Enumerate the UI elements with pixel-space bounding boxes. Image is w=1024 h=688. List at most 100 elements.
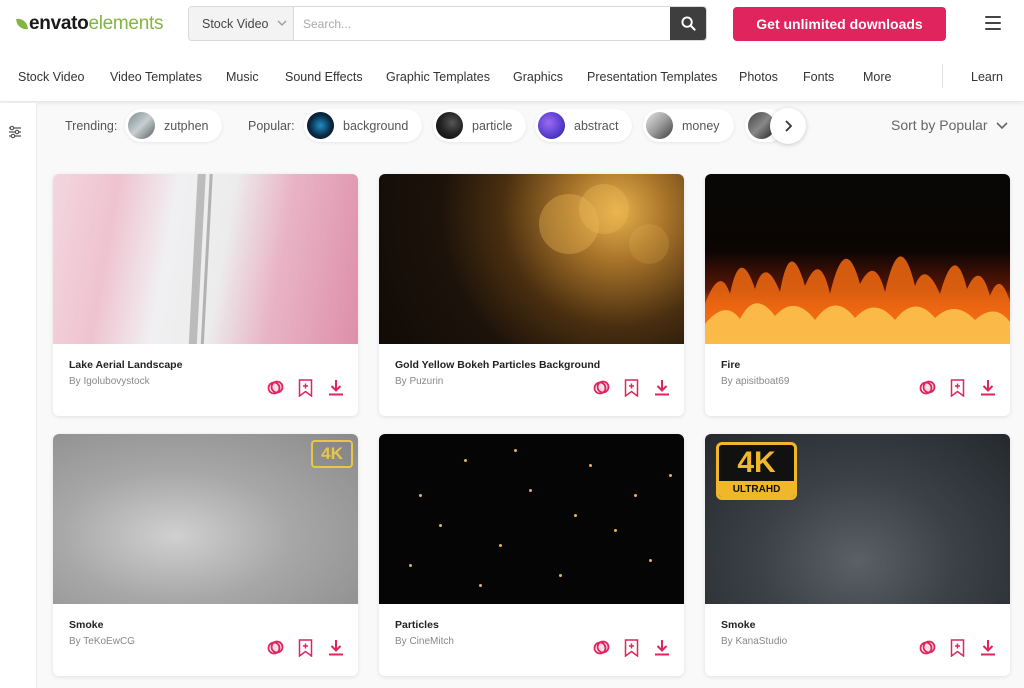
card-author[interactable]: By TeKoEwCG (69, 636, 135, 647)
bookmark-add-icon[interactable] (297, 378, 314, 397)
filter-icon[interactable] (8, 125, 22, 144)
nav-item-video-templates[interactable]: Video Templates (110, 70, 202, 84)
similar-icon[interactable] (593, 379, 610, 396)
nav-item-photos[interactable]: Photos (739, 70, 778, 84)
tag-label: background (343, 118, 409, 133)
header: envato elements Stock Video Get unlimite… (0, 0, 1024, 50)
tag-label: abstract (574, 118, 619, 133)
card-author[interactable]: By Igolubovystock (69, 376, 150, 387)
nav-item-sound-effects[interactable]: Sound Effects (285, 70, 363, 84)
nav-item-fonts[interactable]: Fonts (803, 70, 834, 84)
download-icon[interactable] (327, 379, 344, 396)
tag-thumbnail (538, 112, 565, 139)
card-actions (919, 638, 996, 657)
bookmark-add-icon[interactable] (623, 378, 640, 397)
card-actions (593, 378, 670, 397)
bookmark-add-icon[interactable] (949, 638, 966, 657)
tag-chip-abstract[interactable]: abstract (535, 109, 633, 142)
card-title[interactable]: Lake Aerial Landscape (69, 359, 182, 371)
search-category-dropdown[interactable]: Stock Video (189, 7, 294, 40)
popular-label: Popular: (248, 119, 295, 133)
similar-icon[interactable] (919, 379, 936, 396)
video-card[interactable]: Gold Yellow Bokeh Particles Background B… (379, 174, 684, 416)
card-author[interactable]: By CineMitch (395, 636, 454, 647)
get-unlimited-downloads-button[interactable]: Get unlimited downloads (733, 7, 946, 41)
video-card[interactable]: Particles By CineMitch (379, 434, 684, 676)
tag-thumbnail (436, 112, 463, 139)
download-icon[interactable] (327, 639, 344, 656)
chevron-down-icon (277, 18, 287, 29)
similar-icon[interactable] (267, 379, 284, 396)
download-icon[interactable] (979, 639, 996, 656)
search-button[interactable] (670, 7, 706, 40)
hamburger-icon[interactable] (985, 16, 1001, 30)
chevron-right-icon (785, 120, 792, 132)
nav-item-stock-video[interactable]: Stock Video (18, 70, 84, 84)
nav-item-graphics[interactable]: Graphics (513, 70, 563, 84)
tag-chip-zutphen[interactable]: zutphen (125, 109, 223, 142)
video-card[interactable]: Lake Aerial Landscape By Igolubovystock (53, 174, 358, 416)
search-input[interactable] (294, 7, 670, 40)
similar-icon[interactable] (593, 639, 610, 656)
card-title[interactable]: Fire (721, 359, 740, 371)
card-title[interactable]: Smoke (69, 619, 103, 631)
card-author[interactable]: By Puzurin (395, 376, 443, 387)
card-author[interactable]: By KanaStudio (721, 636, 787, 647)
video-card[interactable]: 4K ULTRAHD Smoke By KanaStudio (705, 434, 1010, 676)
card-actions (919, 378, 996, 397)
download-icon[interactable] (979, 379, 996, 396)
video-thumbnail[interactable] (379, 174, 684, 344)
nav-item-music[interactable]: Music (226, 70, 259, 84)
tag-chip-money[interactable]: money (643, 109, 734, 142)
download-icon[interactable] (653, 639, 670, 656)
card-actions (267, 638, 344, 657)
tags-next-button[interactable] (770, 108, 806, 144)
nav-item-more[interactable]: More (863, 70, 891, 84)
tag-chip-particle[interactable]: particle (433, 109, 527, 142)
nav-item-learn[interactable]: Learn (971, 70, 1003, 84)
4k-badge: 4K (311, 440, 353, 468)
video-thumbnail[interactable]: 4K ULTRAHD (705, 434, 1010, 604)
tag-thumbnail (307, 112, 334, 139)
tag-label: money (682, 118, 720, 133)
filter-sidebar (0, 103, 37, 688)
video-card[interactable]: Fire By apisitboat69 (705, 174, 1010, 416)
similar-icon[interactable] (919, 639, 936, 656)
chevron-down-icon (995, 117, 1008, 133)
download-icon[interactable] (653, 379, 670, 396)
sort-label: Sort by Popular (891, 117, 988, 133)
video-thumbnail[interactable] (53, 174, 358, 344)
card-title[interactable]: Smoke (721, 619, 755, 631)
trending-label: Trending: (65, 119, 118, 133)
nav-item-presentation-templates[interactable]: Presentation Templates (587, 70, 717, 84)
bookmark-add-icon[interactable] (297, 638, 314, 657)
card-title[interactable]: Particles (395, 619, 439, 631)
logo-text-envato: envato (29, 13, 89, 34)
nav-divider (942, 64, 943, 88)
bookmark-add-icon[interactable] (949, 378, 966, 397)
video-card[interactable]: 4K Smoke By TeKoEwCG (53, 434, 358, 676)
similar-icon[interactable] (267, 639, 284, 656)
badge-4k-text: 4K (737, 446, 776, 479)
4k-ultrahd-badge: 4K ULTRAHD (716, 442, 797, 500)
tag-label: zutphen (164, 118, 209, 133)
tag-thumbnail (128, 112, 155, 139)
card-actions (593, 638, 670, 657)
tag-chip-background[interactable]: background (304, 109, 423, 142)
logo-text-elements: elements (88, 13, 164, 34)
nav-item-graphic-templates[interactable]: Graphic Templates (386, 70, 490, 84)
search-category-label: Stock Video (202, 16, 269, 31)
envato-logo[interactable]: envato elements (16, 13, 164, 35)
badge-ultrahd-text: ULTRAHD (719, 481, 794, 497)
video-thumbnail[interactable] (705, 174, 1010, 344)
leaf-icon (16, 17, 28, 31)
tag-thumbnail (646, 112, 673, 139)
card-actions (267, 378, 344, 397)
sort-dropdown[interactable]: Sort by Popular (891, 117, 1008, 133)
card-author[interactable]: By apisitboat69 (721, 376, 789, 387)
card-title[interactable]: Gold Yellow Bokeh Particles Background (395, 359, 600, 371)
video-thumbnail[interactable] (379, 434, 684, 604)
video-thumbnail[interactable]: 4K (53, 434, 358, 604)
search-icon (680, 16, 696, 31)
bookmark-add-icon[interactable] (623, 638, 640, 657)
